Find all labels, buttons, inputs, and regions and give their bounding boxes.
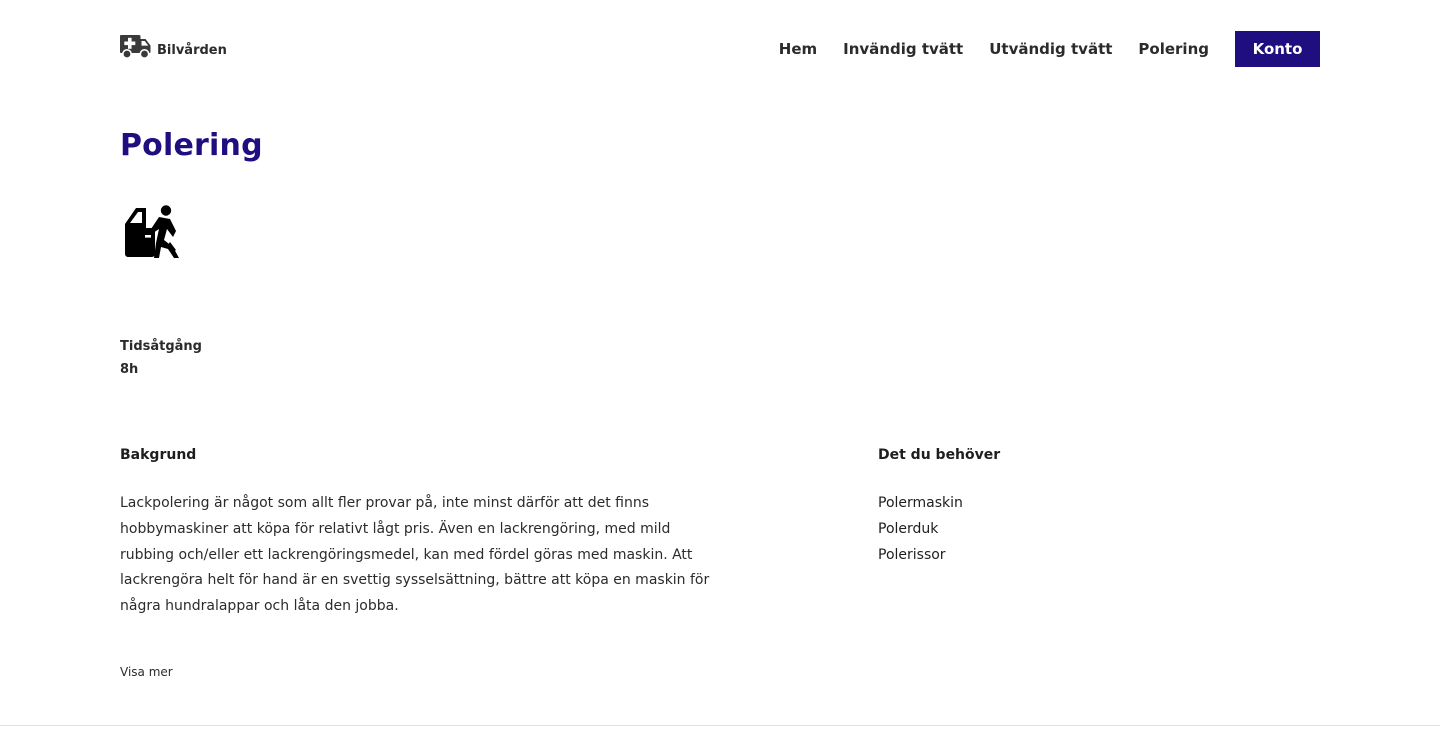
background-heading: Bakgrund: [120, 447, 197, 463]
nav-item-polering[interactable]: Polering: [1138, 40, 1209, 58]
logo[interactable]: Bilvården: [120, 33, 227, 59]
nav-item-hem[interactable]: Hem: [779, 40, 817, 58]
car-polishing-icon: [125, 205, 179, 258]
needs-list: Polermaskin Polerduk Polerissor: [878, 491, 963, 568]
time-value: 8h: [120, 362, 139, 377]
time-label: Tidsåtgång: [120, 339, 202, 354]
site-header: Bilvården Hem Invändig tvätt Utvändig tv…: [0, 0, 1440, 96]
needs-heading: Det du behöver: [878, 447, 1001, 463]
needs-item-polermaskin: Polermaskin: [878, 495, 963, 511]
main-nav: Hem Invändig tvätt Utvändig tvätt Poleri…: [779, 31, 1320, 67]
logo-text: Bilvården: [157, 42, 227, 58]
ambulance-truck-icon: [120, 35, 151, 59]
needs-item-polerissor: Polerissor: [878, 546, 946, 563]
account-button[interactable]: Konto: [1235, 31, 1320, 67]
needs-item-polerduk: Polerduk: [878, 520, 939, 537]
nav-item-invandig-tvatt[interactable]: Invändig tvätt: [843, 40, 963, 58]
nav-item-utvandig-tvatt[interactable]: Utvändig tvätt: [989, 40, 1112, 58]
footer-divider: [0, 725, 1440, 726]
show-more-link[interactable]: Visa mer: [120, 665, 173, 679]
background-text: Lackpolering är något som allt fler prov…: [120, 495, 710, 615]
page-title: Polering: [120, 128, 263, 163]
